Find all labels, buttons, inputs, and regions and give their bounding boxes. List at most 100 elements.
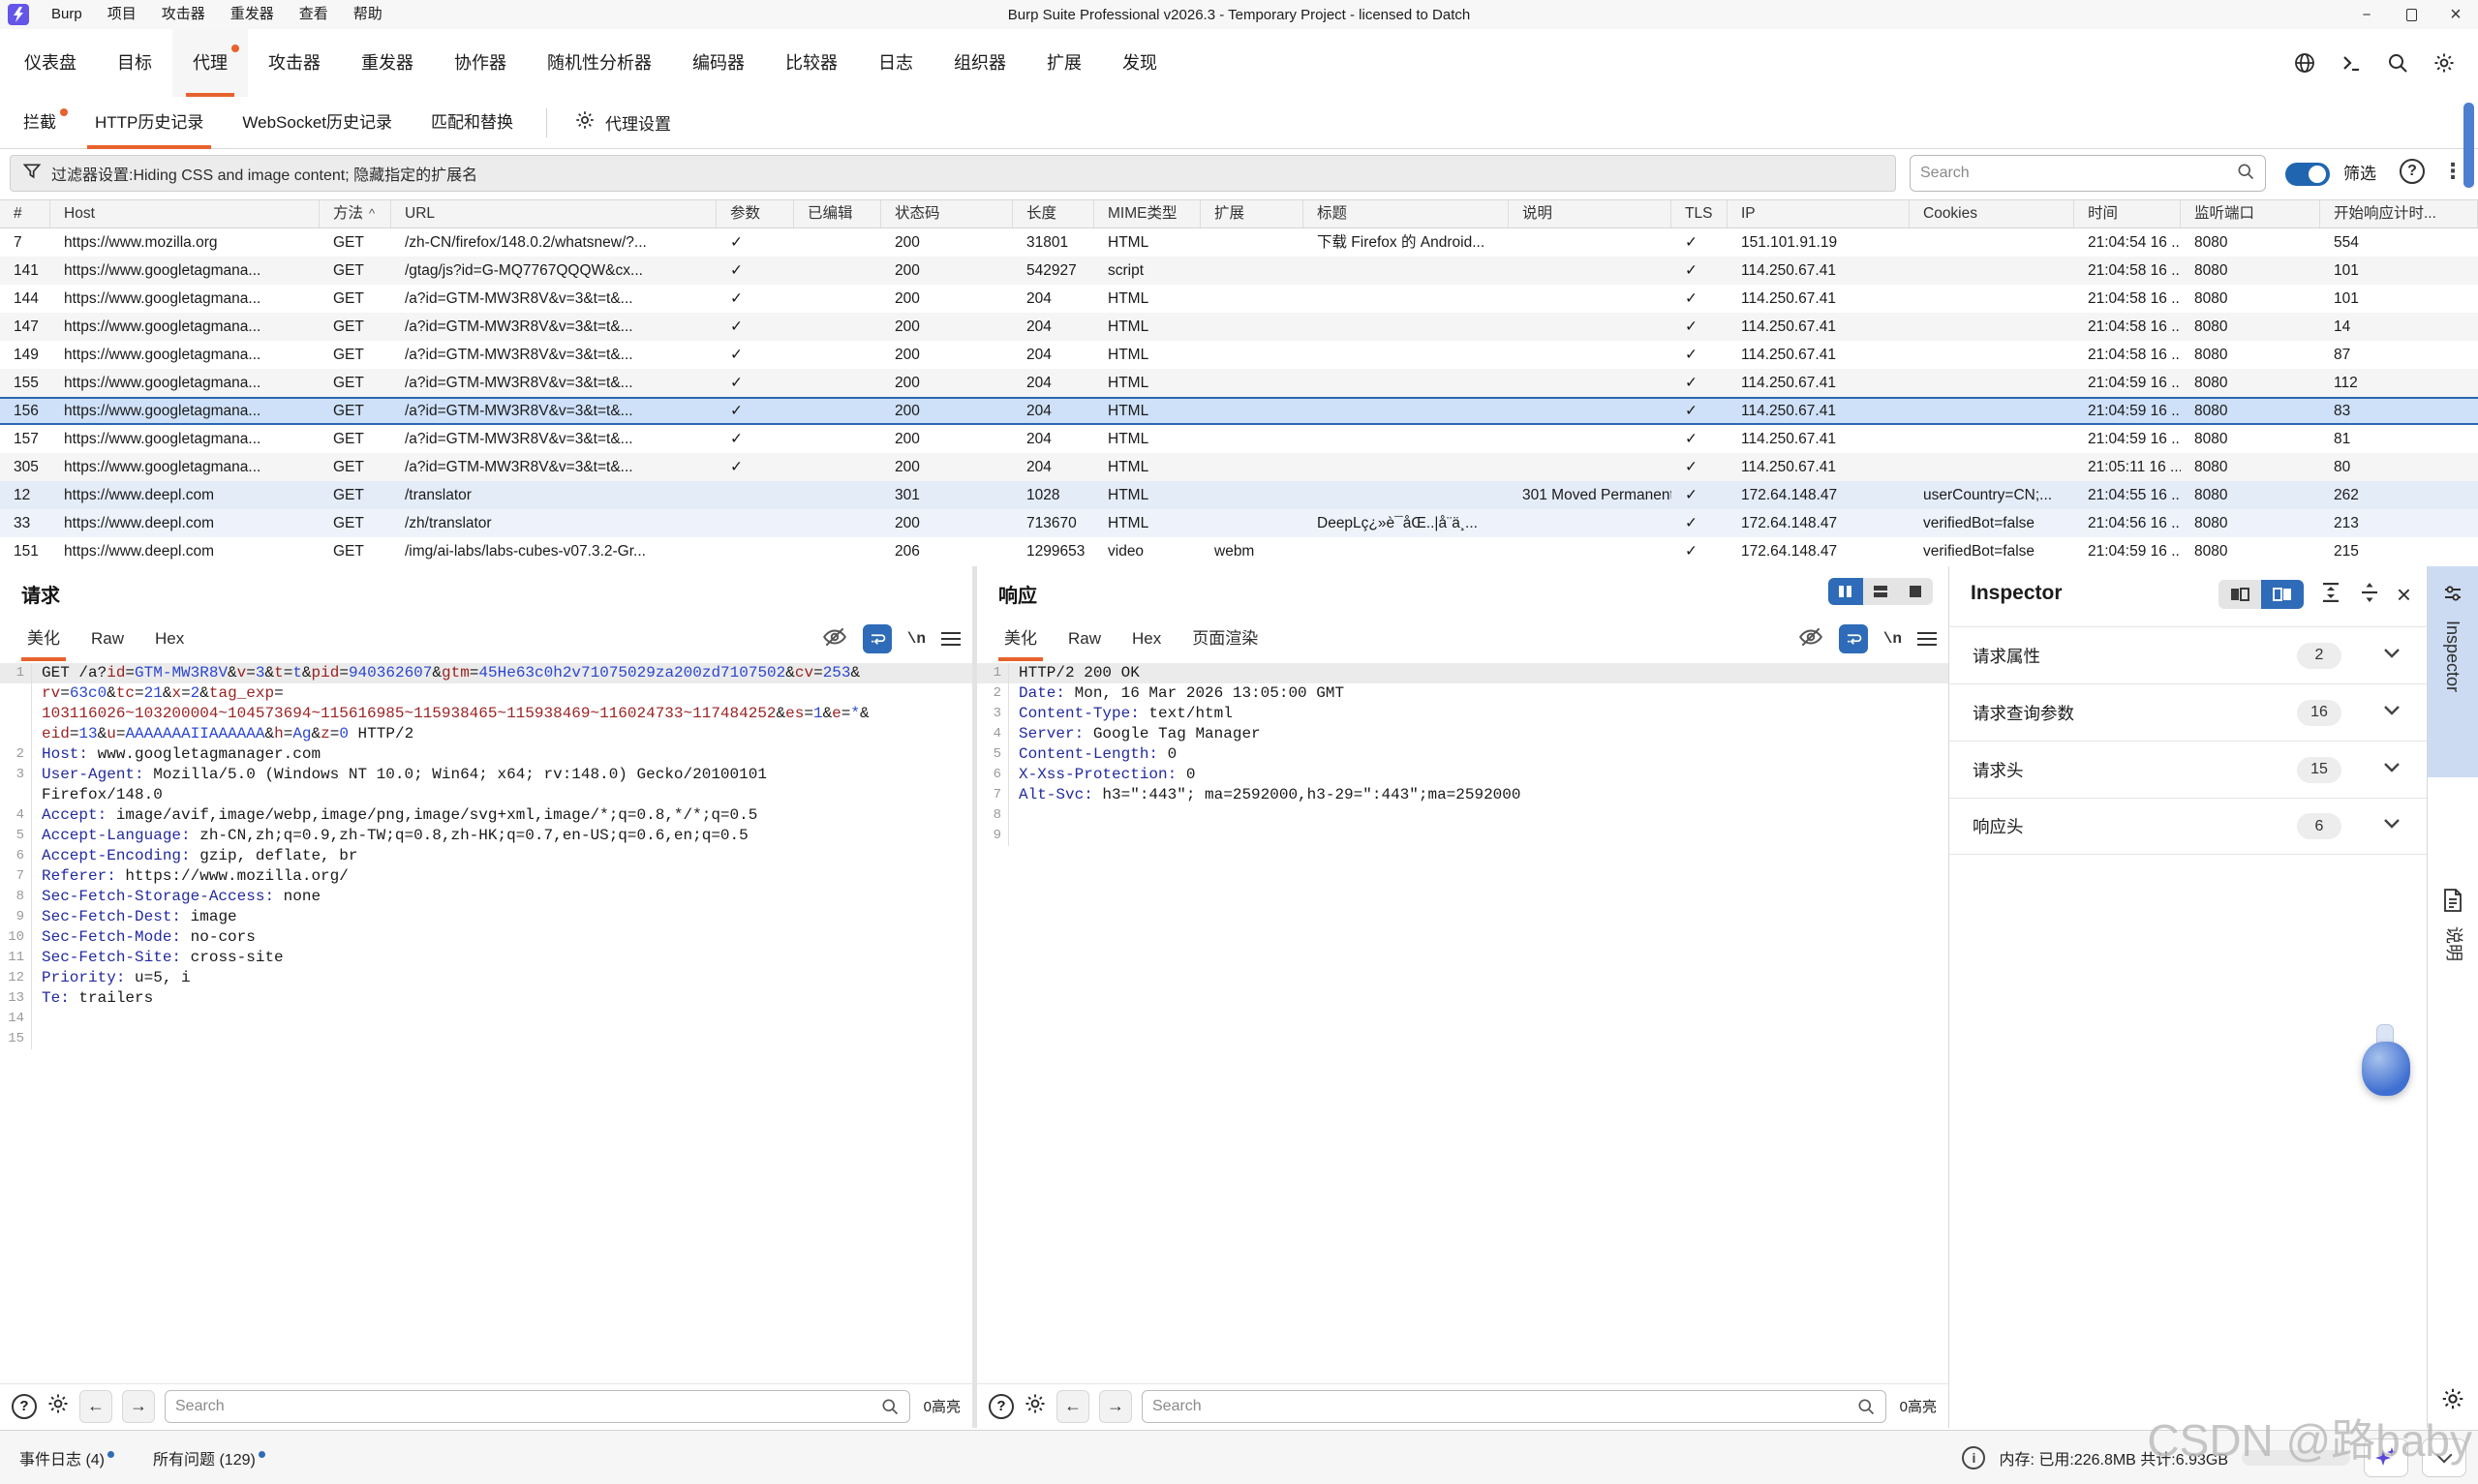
filter-toggle[interactable]: [2285, 163, 2330, 186]
word-wrap-icon[interactable]: [863, 624, 892, 653]
menu-item-3[interactable]: 重发器: [218, 0, 287, 29]
column-header-ip[interactable]: IP: [1728, 200, 1910, 227]
scrollbar-thumb[interactable]: [2463, 103, 2474, 188]
column-header-num[interactable]: #: [0, 200, 50, 227]
history-row[interactable]: 12https://www.deepl.comGET/translator301…: [0, 481, 2478, 509]
gear-icon[interactable]: [2440, 1386, 2465, 1416]
notes-doc-icon[interactable]: [2441, 888, 2464, 918]
editor-tab-Hex[interactable]: Hex: [1117, 617, 1177, 661]
editor-tab-Raw[interactable]: Raw: [76, 617, 139, 661]
help-icon[interactable]: ?: [12, 1394, 37, 1419]
menu-item-4[interactable]: 查看: [287, 0, 341, 29]
settings-gear-icon[interactable]: [2432, 50, 2457, 76]
column-header-method[interactable]: 方法^: [320, 200, 391, 227]
tune-icon[interactable]: [2441, 582, 2464, 610]
show-newlines-icon[interactable]: \n: [907, 630, 926, 648]
request-search-input[interactable]: [175, 1398, 880, 1415]
more-options-icon[interactable]: ⋮: [2442, 155, 2463, 188]
menu-item-5[interactable]: 帮助: [341, 0, 395, 29]
prev-match-button[interactable]: ←: [79, 1390, 112, 1423]
history-row[interactable]: 156https://www.googletagmana...GET/a?id=…: [0, 397, 2478, 425]
column-header-host[interactable]: Host: [50, 200, 320, 227]
collapse-all-icon[interactable]: [2358, 581, 2381, 609]
all-issues-button[interactable]: 所有问题 (129): [153, 1446, 265, 1469]
column-header-mime[interactable]: MIME类型: [1094, 200, 1201, 227]
editor-tab-Raw[interactable]: Raw: [1053, 617, 1117, 661]
search-icon[interactable]: [2385, 50, 2410, 76]
inspector-section-响应头[interactable]: 响应头6: [1949, 798, 2427, 855]
column-header-status[interactable]: 状态码: [881, 200, 1013, 227]
tab-proxy-settings[interactable]: 代理设置: [561, 109, 685, 136]
column-header-time[interactable]: 时间: [2074, 200, 2181, 227]
ai-sparkles-button[interactable]: [2364, 1439, 2408, 1477]
history-row[interactable]: 141https://www.googletagmana...GET/gtag/…: [0, 257, 2478, 285]
split-vertical-icon[interactable]: [1828, 578, 1863, 605]
dock-left-icon[interactable]: [2218, 580, 2261, 609]
word-wrap-icon[interactable]: [1839, 624, 1868, 653]
eye-slash-icon[interactable]: [822, 624, 847, 654]
tab-发现[interactable]: 发现: [1102, 29, 1178, 97]
column-header-params[interactable]: 参数: [717, 200, 794, 227]
column-header-ext[interactable]: 扩展: [1201, 200, 1303, 227]
response-editor[interactable]: 1HTTP/2 200 OK2Date: Mon, 16 Mar 2026 13…: [977, 663, 1948, 1381]
terminal-icon[interactable]: [2339, 50, 2364, 76]
inspector-section-请求属性[interactable]: 请求属性2: [1949, 626, 2427, 683]
editor-tab-Hex[interactable]: Hex: [139, 617, 199, 661]
history-row[interactable]: 305https://www.googletagmana...GET/a?id=…: [0, 453, 2478, 481]
maximize-button[interactable]: [2389, 0, 2433, 29]
column-header-edited[interactable]: 已编辑: [794, 200, 881, 227]
tab-随机性分析器[interactable]: 随机性分析器: [527, 29, 672, 97]
filter-settings-bar[interactable]: 过滤器设置:Hiding CSS and image content; 隐藏指定…: [10, 155, 1896, 192]
close-inspector-icon[interactable]: ×: [2397, 583, 2411, 606]
history-row[interactable]: 155https://www.googletagmana...GET/a?id=…: [0, 369, 2478, 397]
strip-tab-inspector[interactable]: Inspector: [2442, 621, 2463, 692]
subtab-拦截[interactable]: 拦截: [4, 97, 76, 149]
history-row[interactable]: 151https://www.deepl.comGET/img/ai-labs/…: [0, 537, 2478, 565]
show-newlines-icon[interactable]: \n: [1883, 630, 1902, 648]
help-icon[interactable]: ?: [2400, 159, 2425, 184]
inspector-section-请求查询参数[interactable]: 请求查询参数16: [1949, 683, 2427, 741]
close-button[interactable]: ×: [2433, 0, 2478, 29]
column-header-comment[interactable]: 说明: [1509, 200, 1671, 227]
editor-tab-美化[interactable]: 美化: [12, 617, 76, 661]
browser-globe-icon[interactable]: [2292, 50, 2317, 76]
menu-item-0[interactable]: Burp: [39, 0, 95, 29]
tab-重发器[interactable]: 重发器: [341, 29, 434, 97]
split-horizontal-icon[interactable]: [1863, 578, 1898, 605]
tab-仪表盘[interactable]: 仪表盘: [4, 29, 97, 97]
column-header-title[interactable]: 标题: [1303, 200, 1509, 227]
help-icon[interactable]: ?: [989, 1394, 1014, 1419]
single-pane-icon[interactable]: [1898, 578, 1933, 605]
editor-tab-美化[interactable]: 美化: [989, 617, 1053, 661]
expand-all-icon[interactable]: [2319, 581, 2342, 609]
editor-menu-icon[interactable]: [941, 632, 961, 646]
history-row[interactable]: 157https://www.googletagmana...GET/a?id=…: [0, 425, 2478, 453]
editor-tab-页面渲染[interactable]: 页面渲染: [1177, 617, 1273, 661]
tab-代理[interactable]: 代理: [172, 29, 248, 97]
tab-协作器[interactable]: 协作器: [434, 29, 527, 97]
column-header-cookies[interactable]: Cookies: [1910, 200, 2074, 227]
tab-目标[interactable]: 目标: [97, 29, 172, 97]
column-header-start[interactable]: 开始响应计时...: [2320, 200, 2478, 227]
gear-icon[interactable]: [1024, 1392, 1047, 1420]
history-row[interactable]: 33https://www.deepl.comGET/zh/translator…: [0, 509, 2478, 537]
editor-menu-icon[interactable]: [1917, 632, 1937, 646]
history-row[interactable]: 149https://www.googletagmana...GET/a?id=…: [0, 341, 2478, 369]
column-header-port[interactable]: 监听端口: [2181, 200, 2320, 227]
request-editor[interactable]: 1GET /a?id=GTM-MW3R8V&v=3&t=t&pid=940362…: [0, 663, 972, 1381]
dock-right-icon[interactable]: [2261, 580, 2304, 609]
tab-编码器[interactable]: 编码器: [672, 29, 765, 97]
subtab-匹配和替换[interactable]: 匹配和替换: [412, 97, 533, 149]
eye-slash-icon[interactable]: [1798, 624, 1823, 654]
tab-扩展[interactable]: 扩展: [1026, 29, 1102, 97]
tab-组织器[interactable]: 组织器: [933, 29, 1026, 97]
column-header-tls[interactable]: TLS: [1671, 200, 1728, 227]
menu-item-1[interactable]: 项目: [95, 0, 149, 29]
subtab-WebSocket历史记录[interactable]: WebSocket历史记录: [223, 97, 412, 149]
prev-match-button[interactable]: ←: [1056, 1390, 1089, 1423]
gear-icon[interactable]: [46, 1392, 70, 1420]
column-header-url[interactable]: URL: [391, 200, 717, 227]
tab-攻击器[interactable]: 攻击器: [248, 29, 341, 97]
history-row[interactable]: 147https://www.googletagmana...GET/a?id=…: [0, 313, 2478, 341]
event-log-button[interactable]: 事件日志 (4): [19, 1446, 114, 1469]
